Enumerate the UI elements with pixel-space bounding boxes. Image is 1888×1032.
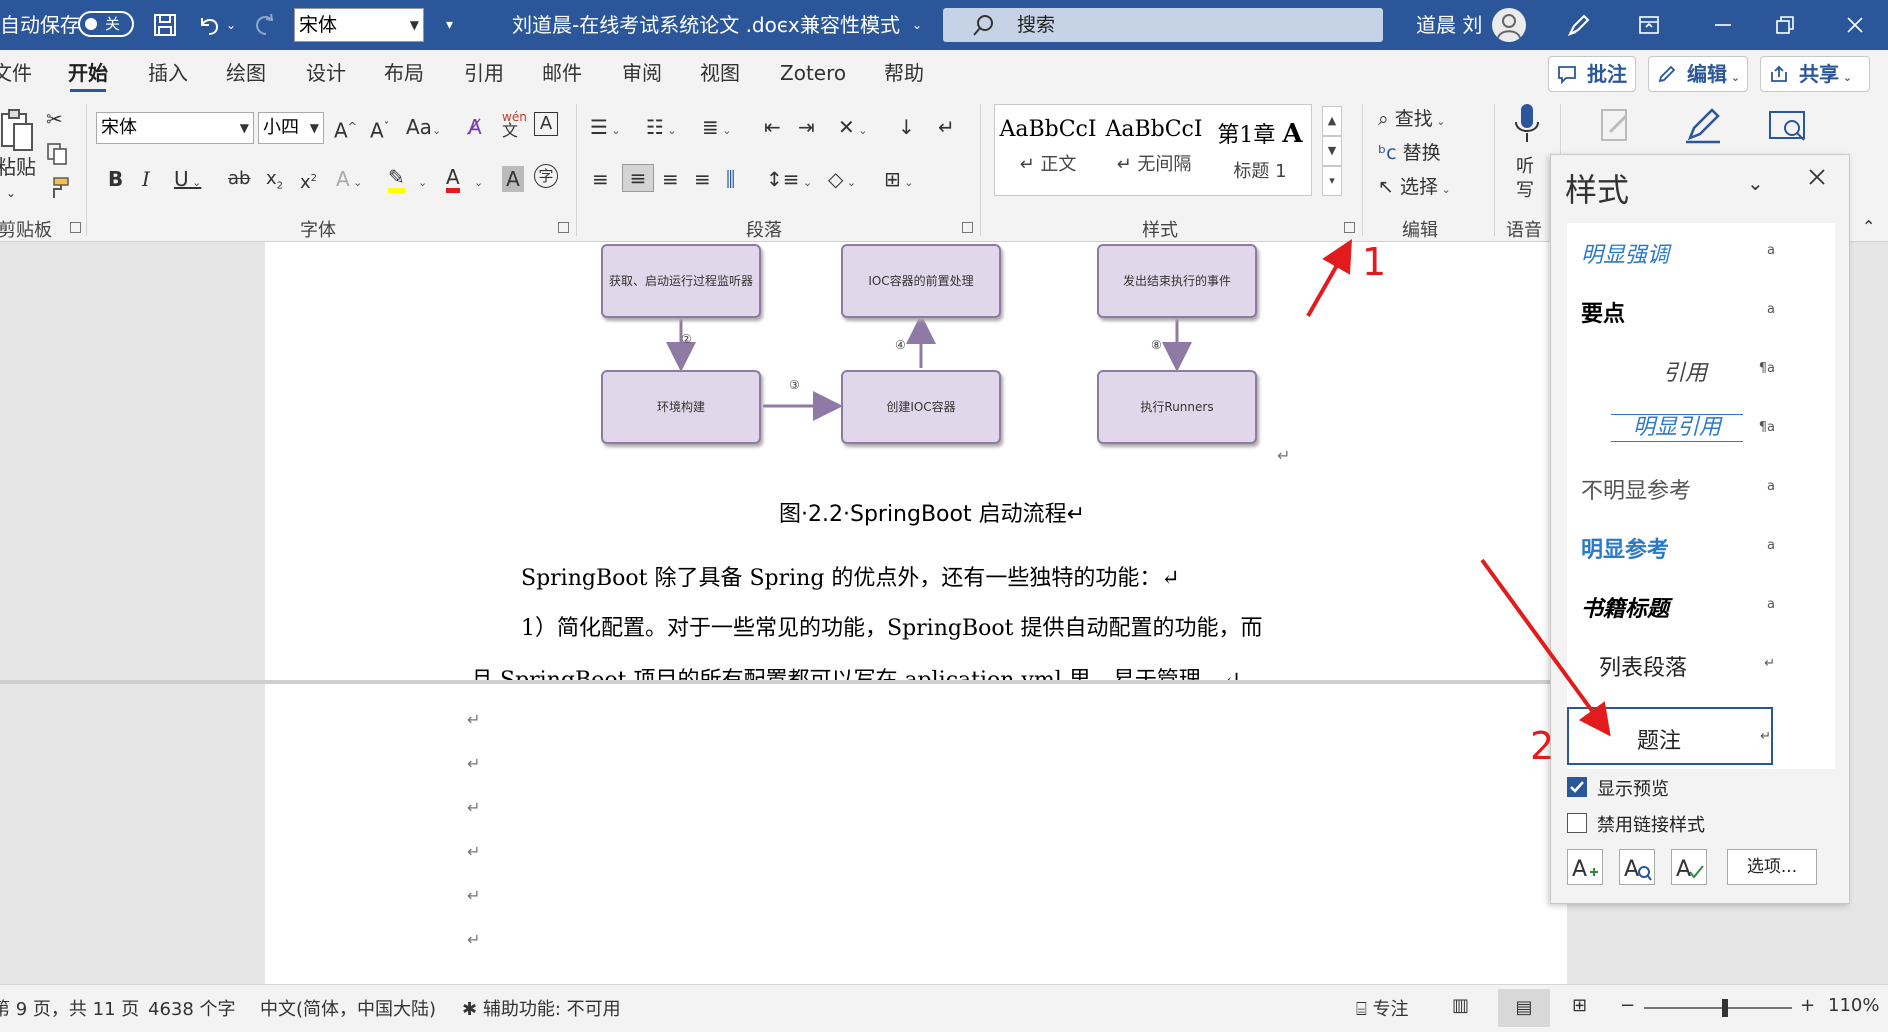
annotation-marker-2: 2 [1530, 724, 1555, 768]
focus-button[interactable]: ⌸ 专注 [1356, 995, 1409, 1021]
status-bar: 第 9 页，共 11 页 4638 个字 中文(简体，中国大陆) ✱ 辅助功能:… [0, 984, 1888, 1032]
read-mode-icon[interactable]: ▥ [1452, 995, 1469, 1016]
zoom-out-icon[interactable]: − [1620, 995, 1635, 1016]
zoom-in-icon[interactable]: + [1800, 995, 1815, 1016]
print-layout-icon[interactable]: ▤ [1498, 989, 1550, 1027]
accessibility-icon: ✱ [462, 999, 478, 1020]
annotation-marker-1: 1 [1362, 240, 1387, 284]
accessibility-label: 辅助功能: 不可用 [482, 999, 621, 1020]
focus-icon: ⌸ [1356, 999, 1367, 1020]
accessibility-status[interactable]: ✱ 辅助功能: 不可用 [462, 995, 621, 1021]
focus-label: 专注 [1372, 999, 1409, 1020]
web-layout-icon[interactable]: ⊞ [1572, 995, 1587, 1016]
page-count[interactable]: 第 9 页，共 11 页 [0, 995, 139, 1021]
zoom-slider-thumb[interactable] [1722, 999, 1729, 1017]
word-count[interactable]: 4638 个字 [148, 995, 236, 1021]
zoom-slider[interactable] [1644, 999, 1792, 1017]
word-window: 自动保存 关 ⌄ 宋体 ▼ ▾ 刘道晨-在线考试系统论文 .docx - 兼容性模… [0, 0, 1888, 1032]
zoom-level[interactable]: 110% [1828, 995, 1879, 1016]
annotation-arrows [1306, 239, 1611, 737]
language-status[interactable]: 中文(简体，中国大陆) [260, 995, 436, 1021]
